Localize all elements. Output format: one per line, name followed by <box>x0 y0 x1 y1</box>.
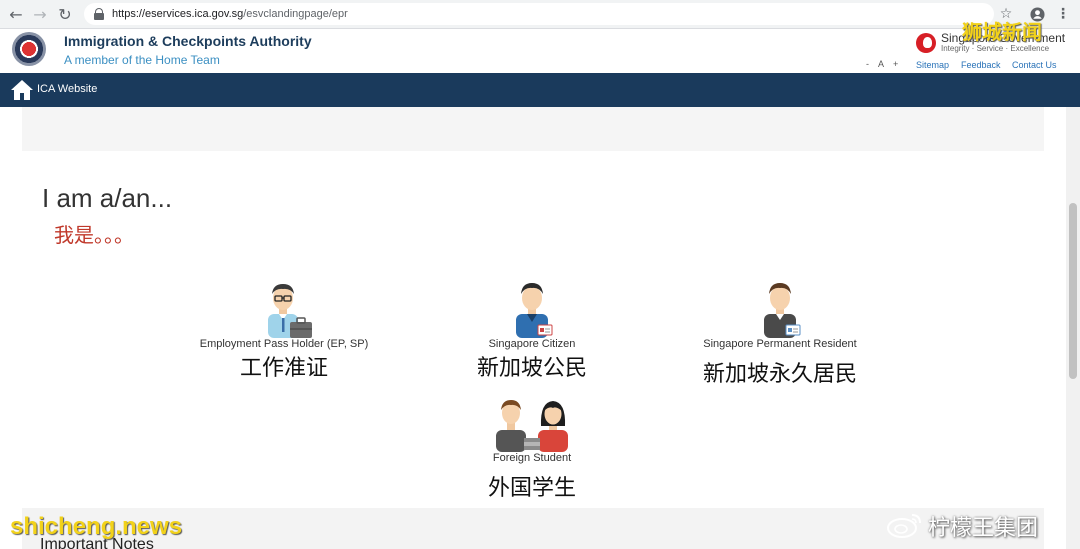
ica-crest-logo[interactable] <box>12 32 46 66</box>
browser-toolbar: ← → ↻ https://eservices.ica.gov.sg/esvcl… <box>0 0 1080 29</box>
home-icon[interactable] <box>10 78 34 102</box>
employee-with-briefcase-icon <box>268 284 312 338</box>
main-navbar: ICA Website <box>0 73 1080 107</box>
option-label-zh: 新加坡永久居民 <box>702 362 857 387</box>
option-permanent-resident[interactable]: Singapore Permanent Resident 新加坡永久居民 <box>690 278 870 388</box>
weibo-icon <box>887 514 921 538</box>
org-subtitle: A member of the Home Team <box>64 53 220 67</box>
scrollbar-thumb[interactable] <box>1069 203 1077 379</box>
font-reset-button[interactable]: A <box>878 59 884 69</box>
reload-icon[interactable]: ↻ <box>55 4 75 24</box>
option-singapore-citizen[interactable]: Singapore Citizen 新加坡公民 <box>452 278 612 382</box>
menu-dots-icon[interactable]: ⋮ <box>1053 4 1073 24</box>
address-bar[interactable]: https://eservices.ica.gov.sg/esvclanding… <box>84 3 994 25</box>
watermark-bottom-right: 柠檬王集团 <box>928 516 1039 541</box>
option-foreign-student[interactable]: Foreign Student 外国学生 <box>472 396 592 502</box>
option-label-en: Foreign Student <box>492 452 572 464</box>
lock-icon <box>94 8 104 20</box>
resident-with-id-card-icon <box>764 283 801 338</box>
option-label-zh: 外国学生 <box>487 476 576 501</box>
students-with-books-icon <box>496 400 568 452</box>
sitemap-link[interactable]: Sitemap <box>916 60 949 70</box>
font-increase-button[interactable]: + <box>893 59 898 69</box>
watermark-bottom-left: shicheng.news <box>10 513 183 540</box>
url-text: https://eservices.ica.gov.sg/esvclanding… <box>112 8 348 20</box>
page-title: I am a/an... <box>42 183 173 213</box>
forward-arrow-icon[interactable]: → <box>30 4 50 24</box>
sg-government-motto: Integrity · Service · Excellence <box>941 44 1050 53</box>
option-label-en: Employment Pass Holder (EP, SP) <box>199 338 369 350</box>
contact-us-link[interactable]: Contact Us <box>1012 60 1057 70</box>
back-arrow-icon[interactable]: ← <box>6 4 26 24</box>
option-label-en: Singapore Permanent Resident <box>703 338 857 350</box>
org-name: Immigration & Checkpoints Authority <box>64 33 312 49</box>
option-label-en: Singapore Citizen <box>488 338 576 350</box>
option-employment-pass[interactable]: Employment Pass Holder (EP, SP) 工作准证 <box>184 278 384 382</box>
feedback-link[interactable]: Feedback <box>961 60 1001 70</box>
option-label-zh: 工作准证 <box>239 356 328 381</box>
option-label-zh: 新加坡公民 <box>476 356 587 381</box>
banner-strip <box>22 107 1044 151</box>
singapore-government-logo[interactable] <box>916 33 936 53</box>
citizen-with-id-card-icon <box>516 283 553 338</box>
page: ← → ↻ https://eservices.ica.gov.sg/esvcl… <box>0 0 1080 549</box>
font-decrease-button[interactable]: - <box>866 59 869 69</box>
site-header: Immigration & Checkpoints Authority A me… <box>0 29 1080 73</box>
page-title-chinese: 我是。。。 <box>54 223 134 247</box>
watermark-top-right: 狮城新闻 <box>962 20 1042 44</box>
ica-website-link[interactable]: ICA Website <box>37 83 97 95</box>
page-scrollbar[interactable] <box>1066 107 1080 549</box>
